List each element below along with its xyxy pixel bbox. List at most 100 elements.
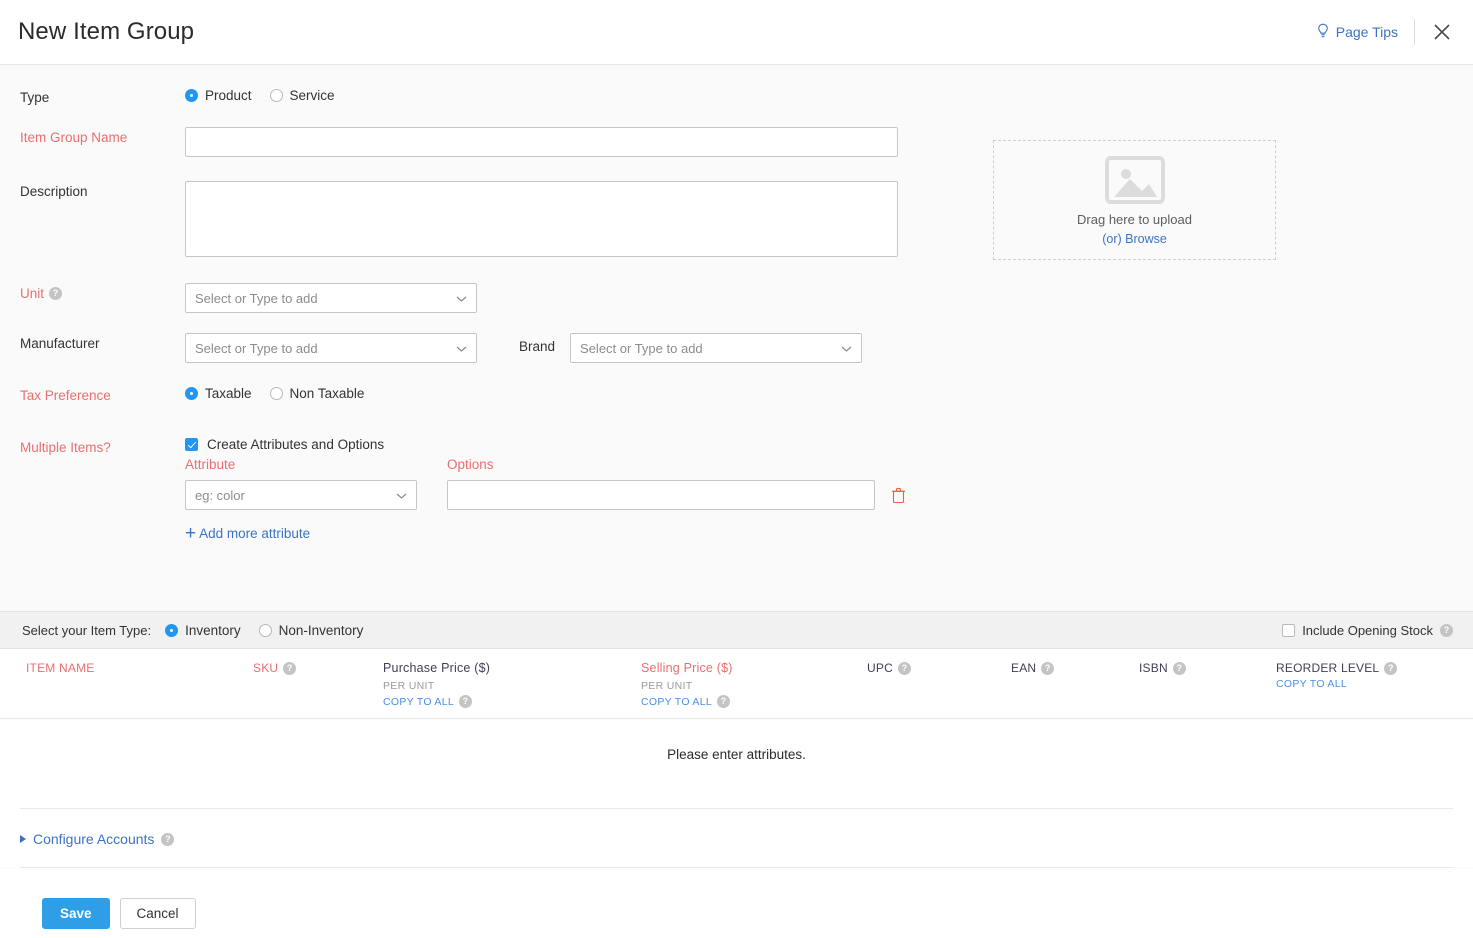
item-group-name-input[interactable] <box>185 127 898 157</box>
radio-non-inventory-indicator[interactable] <box>259 624 272 637</box>
image-upload-dropzone[interactable]: Drag here to upload (or) Browse <box>993 140 1276 260</box>
delete-attribute-button[interactable] <box>891 487 906 504</box>
attribute-select-placeholder: eg: color <box>195 488 245 503</box>
help-icon[interactable]: ? <box>459 695 472 708</box>
manufacturer-select[interactable]: Select or Type to add <box>185 333 477 363</box>
label-unit-text: Unit <box>20 286 44 301</box>
chevron-down-icon <box>456 341 467 356</box>
form-footer: Save Cancel <box>0 868 1473 938</box>
radio-inventory-indicator[interactable] <box>165 624 178 637</box>
tax-preference-radio-group: Taxable Non Taxable <box>185 385 364 401</box>
column-subtitle: PER UNIT <box>641 680 867 692</box>
column-title: ISBN <box>1139 661 1168 675</box>
chevron-down-icon <box>841 341 852 356</box>
help-icon[interactable]: ? <box>1440 624 1453 637</box>
copy-to-all-selling-price[interactable]: COPY TO ALL ? <box>641 695 867 708</box>
column-header-item-name: ITEM NAME <box>26 661 253 708</box>
unit-select-placeholder: Select or Type to add <box>195 291 318 306</box>
help-icon[interactable]: ? <box>1041 662 1054 675</box>
column-header-reorder-level: REORDER LEVEL ? COPY TO ALL <box>1276 661 1426 708</box>
radio-non-taxable-label: Non Taxable <box>290 386 365 401</box>
radio-option-taxable[interactable]: Taxable <box>185 386 252 401</box>
field-row-type: Type Product Service <box>0 87 1473 105</box>
include-opening-stock-checkbox[interactable] <box>1282 624 1295 637</box>
field-row-tax-preference: Tax Preference Taxable Non Taxable <box>0 385 1473 403</box>
page-tips-label: Page Tips <box>1336 24 1398 40</box>
copy-to-all-label: COPY TO ALL <box>1276 678 1347 690</box>
brand-select[interactable]: Select or Type to add <box>570 333 862 363</box>
chevron-right-icon <box>20 835 26 843</box>
options-input[interactable] <box>447 480 875 510</box>
radio-non-inventory-label: Non-Inventory <box>279 623 364 638</box>
description-textarea[interactable] <box>185 181 898 257</box>
chevron-down-icon <box>456 291 467 306</box>
include-opening-stock-option[interactable]: Include Opening Stock ? <box>1282 623 1453 638</box>
radio-inventory-label: Inventory <box>185 623 241 638</box>
help-icon[interactable]: ? <box>161 833 174 846</box>
label-unit: Unit ? <box>20 283 185 301</box>
copy-to-all-reorder-level[interactable]: COPY TO ALL <box>1276 678 1426 690</box>
header-actions: Page Tips <box>1316 19 1453 45</box>
column-header-upc: UPC ? <box>867 661 1011 708</box>
radio-service-label: Service <box>290 88 335 103</box>
page-tips-button[interactable]: Page Tips <box>1316 19 1415 45</box>
radio-taxable-label: Taxable <box>205 386 252 401</box>
help-icon[interactable]: ? <box>49 287 62 300</box>
column-title: EAN <box>1011 661 1036 675</box>
save-button[interactable]: Save <box>42 898 110 929</box>
radio-option-non-taxable[interactable]: Non Taxable <box>270 386 365 401</box>
attribute-select[interactable]: eg: color <box>185 480 417 510</box>
brand-select-placeholder: Select or Type to add <box>580 341 703 356</box>
column-header-sku: SKU ? <box>253 661 383 708</box>
help-icon[interactable]: ? <box>1384 662 1397 675</box>
items-table: ITEM NAME SKU ? Purchase Price ($) PER U… <box>0 649 1473 809</box>
column-subtitle: PER UNIT <box>383 680 641 692</box>
help-icon[interactable]: ? <box>1173 662 1186 675</box>
item-type-lead-label: Select your Item Type: <box>22 623 151 638</box>
add-more-attribute-button[interactable]: + Add more attribute <box>185 526 310 541</box>
column-title: ITEM NAME <box>26 661 253 675</box>
column-title: SKU <box>253 661 278 675</box>
radio-service-indicator[interactable] <box>270 89 283 102</box>
label-multiple-items: Multiple Items? <box>20 437 185 455</box>
radio-taxable-indicator[interactable] <box>185 387 198 400</box>
upload-browse-link[interactable]: (or) Browse <box>1102 232 1167 246</box>
help-icon[interactable]: ? <box>283 662 296 675</box>
column-title: REORDER LEVEL <box>1276 661 1379 675</box>
radio-option-non-inventory[interactable]: Non-Inventory <box>259 623 364 638</box>
column-header-ean: EAN ? <box>1011 661 1139 708</box>
upload-drag-text: Drag here to upload <box>1077 212 1192 227</box>
label-description: Description <box>20 181 185 199</box>
create-attributes-checkbox-option[interactable]: Create Attributes and Options <box>185 437 384 452</box>
help-icon[interactable]: ? <box>717 695 730 708</box>
field-row-unit: Unit ? Select or Type to add <box>0 283 1473 313</box>
field-row-manufacturer-brand: Manufacturer Select or Type to add Brand… <box>0 333 1473 363</box>
radio-option-product[interactable]: Product <box>185 88 252 103</box>
create-attributes-checkbox[interactable] <box>185 438 198 451</box>
page-title: New Item Group <box>18 18 194 46</box>
configure-accounts-label[interactable]: Configure Accounts <box>33 831 154 847</box>
radio-product-indicator[interactable] <box>185 89 198 102</box>
help-icon[interactable]: ? <box>898 662 911 675</box>
plus-icon: + <box>185 527 196 541</box>
close-button[interactable] <box>1415 21 1453 43</box>
label-type: Type <box>20 87 185 105</box>
column-header-isbn: ISBN ? <box>1139 661 1276 708</box>
manufacturer-select-placeholder: Select or Type to add <box>195 341 318 356</box>
unit-select[interactable]: Select or Type to add <box>185 283 477 313</box>
cancel-button[interactable]: Cancel <box>120 898 196 929</box>
radio-option-service[interactable]: Service <box>270 88 335 103</box>
copy-to-all-label: COPY TO ALL <box>641 696 712 708</box>
item-type-radio-group: Inventory Non-Inventory <box>165 622 363 638</box>
attribute-row: eg: color <box>185 480 1473 510</box>
copy-to-all-purchase-price[interactable]: COPY TO ALL ? <box>383 695 641 708</box>
lightbulb-icon <box>1316 23 1330 42</box>
include-opening-stock-label: Include Opening Stock <box>1302 623 1433 638</box>
column-title: UPC <box>867 661 893 675</box>
radio-non-taxable-indicator[interactable] <box>270 387 283 400</box>
trash-icon <box>891 487 906 504</box>
attribute-column-header: Attribute <box>185 457 447 472</box>
column-title: Purchase Price ($) <box>383 661 641 675</box>
configure-accounts-section[interactable]: Configure Accounts ? <box>0 809 1473 867</box>
radio-option-inventory[interactable]: Inventory <box>165 623 241 638</box>
